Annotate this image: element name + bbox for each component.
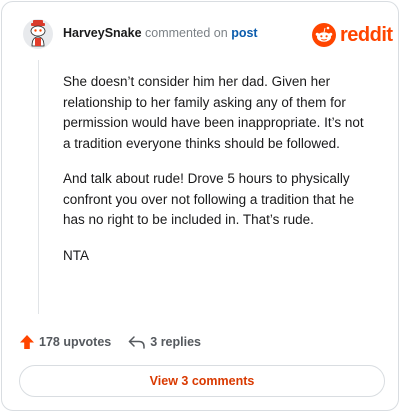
reply-count: 3 replies	[150, 335, 201, 349]
upvote-count: 178 upvotes	[39, 335, 112, 349]
comment-paragraph: And talk about rude! Drove 5 hours to ph…	[63, 171, 355, 227]
snoo-avatar-icon[interactable]	[23, 19, 53, 49]
username-link[interactable]: HarveySnake	[63, 26, 142, 40]
action-text: commented on	[145, 26, 228, 40]
comment-paragraph: She doesn’t consider him her dad. Given …	[63, 74, 364, 151]
comment-header: HarveySnake commented on post	[63, 26, 258, 40]
upvote-button[interactable]: 178 upvotes	[19, 334, 111, 350]
comment-paragraph: NTA	[63, 247, 89, 263]
reddit-brand[interactable]: reddit	[312, 22, 393, 48]
upvote-arrow-icon	[20, 335, 34, 349]
view-comments-button[interactable]: View 3 comments	[19, 365, 385, 397]
comment-card: HarveySnake commented on post reddit She…	[1, 1, 399, 411]
brand-name: reddit	[340, 23, 393, 46]
reddit-logo-icon	[312, 23, 336, 47]
comment-actions: 178 upvotes 3 replies	[19, 332, 201, 352]
view-comments-label: View 3 comments	[149, 374, 255, 388]
thread-line	[38, 60, 39, 314]
comment-body: She doesn’t consider him her dad. Given …	[63, 72, 373, 281]
post-link[interactable]: post	[231, 26, 257, 40]
reply-arrow-icon	[129, 336, 146, 349]
reply-button[interactable]: 3 replies	[128, 334, 201, 350]
